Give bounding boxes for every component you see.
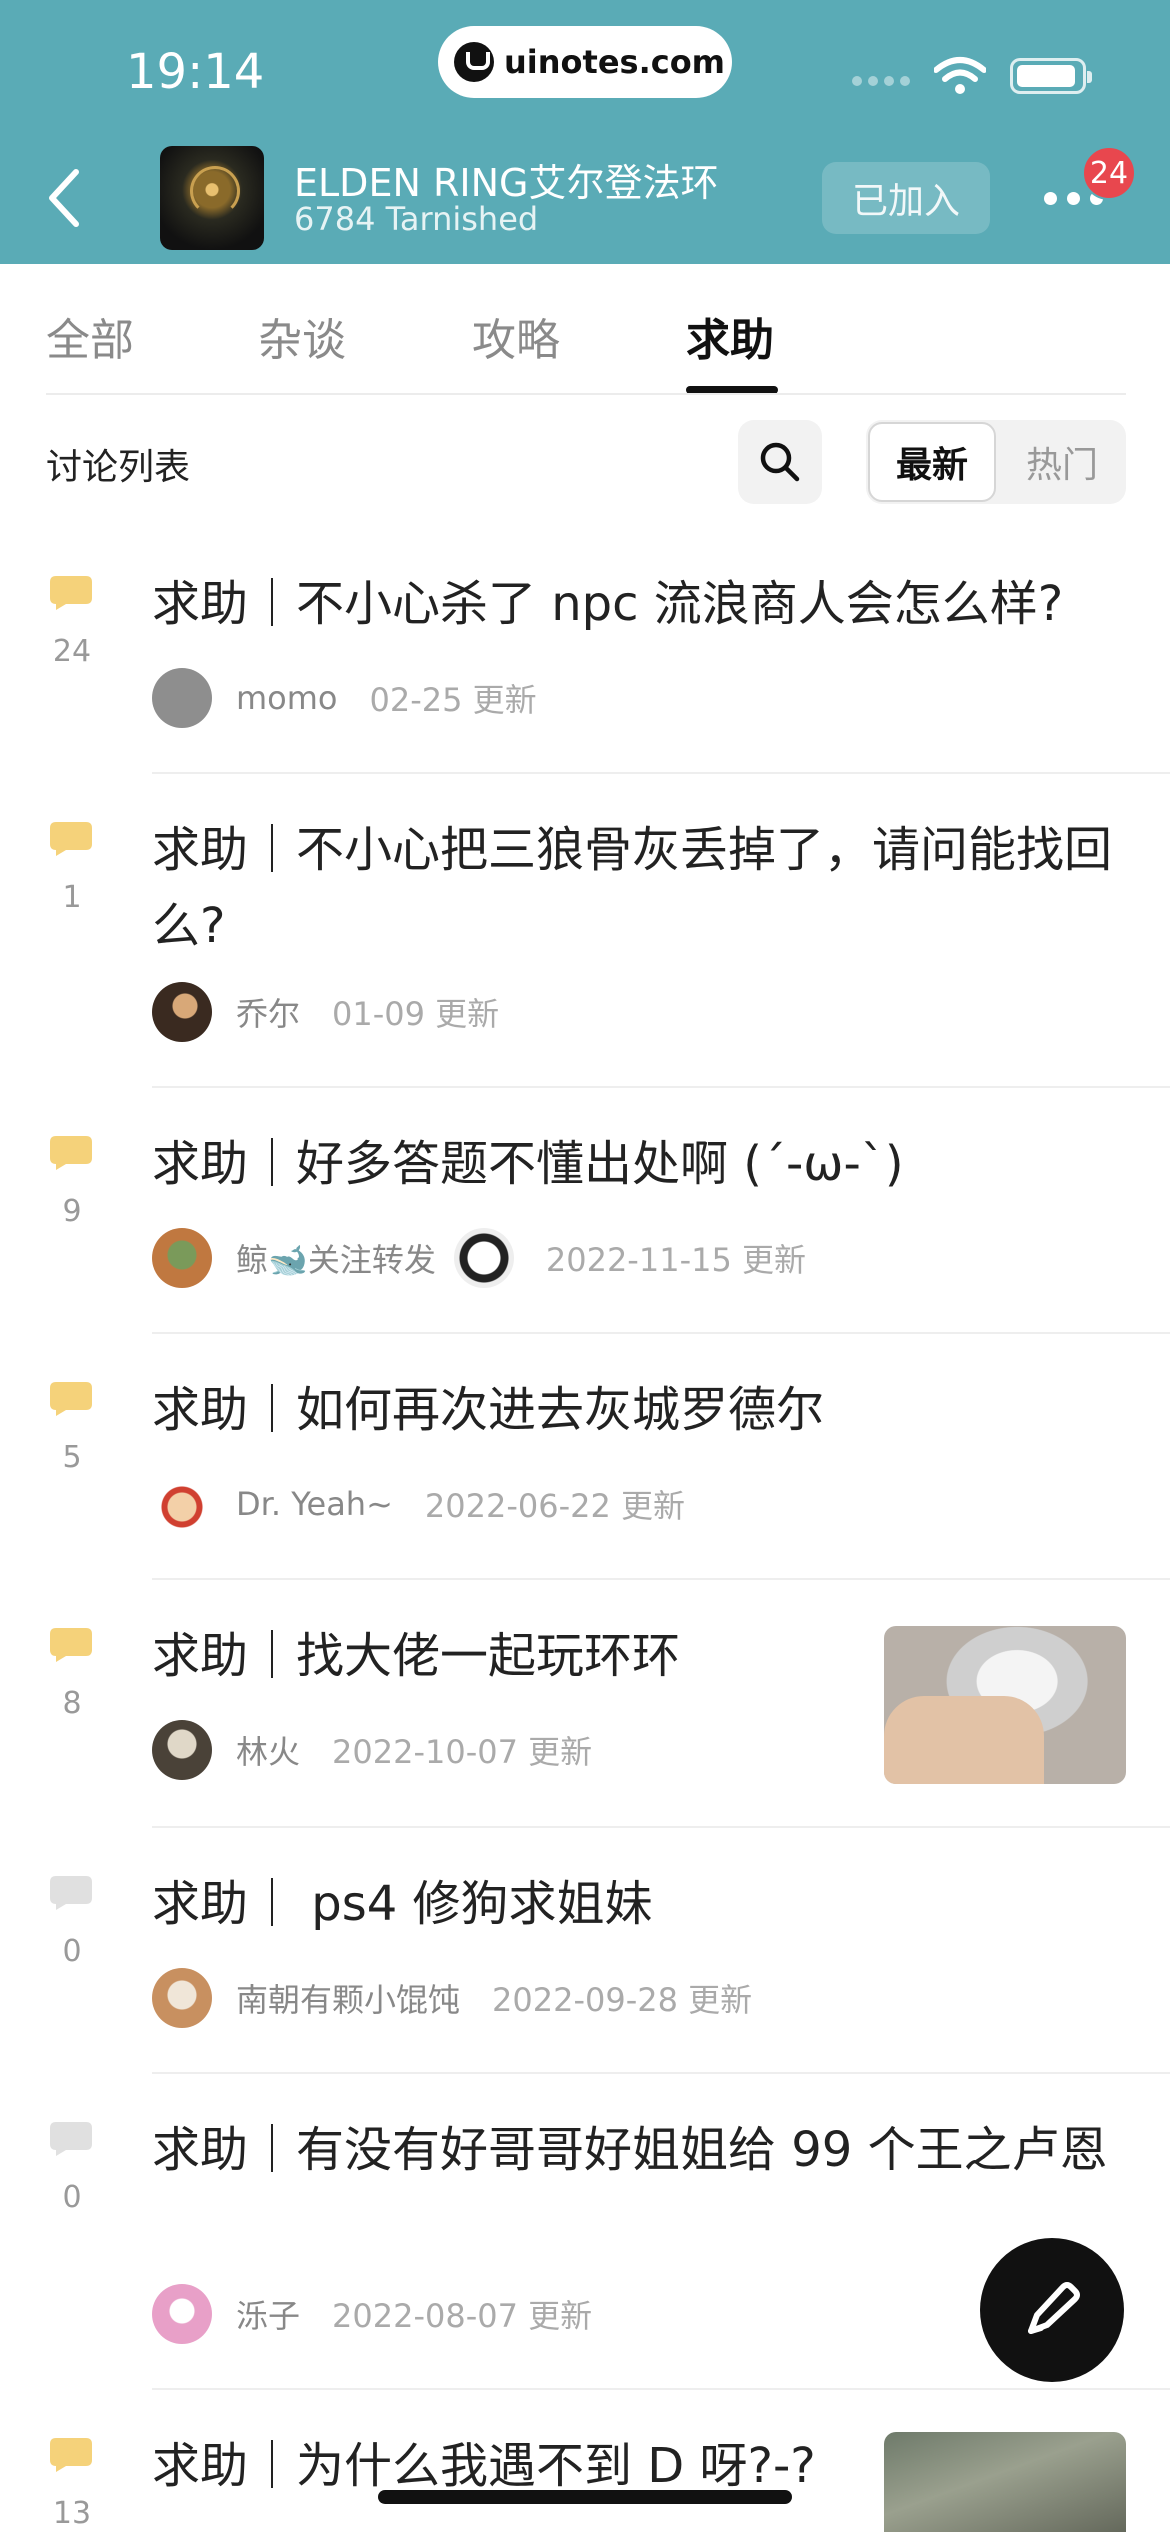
comment-icon xyxy=(50,822,92,856)
post-meta: 林火 2022-10-07 更新 xyxy=(152,1720,592,1780)
sort-toggle: 最新 热门 xyxy=(866,420,1126,504)
hand-shape xyxy=(884,1696,1044,1784)
avatar[interactable] xyxy=(152,1228,212,1288)
author-name[interactable]: 泺子 xyxy=(236,2291,300,2337)
post-meta: 泺子 2022-08-07 更新 xyxy=(152,2284,592,2344)
post-time: 2022-09-28 更新 xyxy=(492,1981,753,2019)
home-indicator xyxy=(378,2490,792,2504)
post-time: 02-25 更新 xyxy=(369,681,537,719)
search-button[interactable] xyxy=(738,420,822,504)
comment-icon xyxy=(50,1136,92,1170)
divider xyxy=(152,1332,1170,1334)
avatar[interactable] xyxy=(152,1968,212,2028)
comment-icon xyxy=(50,1628,92,1662)
comment-count: 8 xyxy=(62,1686,82,1721)
group-header: 19:14 uinotes.com ELDEN RING艾尔登法环 6784 T… xyxy=(0,0,1170,264)
post-title[interactable]: 求助｜有没有好哥哥好姐姐给 99 个王之卢恩 xyxy=(152,2112,1112,2188)
post-title[interactable]: 求助｜不小心杀了 npc 流浪商人会怎么样? xyxy=(152,566,1112,642)
search-icon xyxy=(760,442,800,482)
divider xyxy=(152,1826,1170,1828)
cellular-signal-icon xyxy=(852,76,910,86)
avatar[interactable] xyxy=(152,668,212,728)
compose-button[interactable] xyxy=(980,2238,1124,2382)
comment-icon xyxy=(50,1382,92,1416)
tab-chat[interactable]: 杂谈 xyxy=(258,304,346,368)
group-name[interactable]: ELDEN RING艾尔登法环 xyxy=(294,152,718,207)
divider xyxy=(152,1578,1170,1580)
avatar[interactable] xyxy=(152,1720,212,1780)
comment-icon xyxy=(50,576,92,610)
category-tabs: 全部 杂谈 攻略 求助 xyxy=(0,264,1170,394)
tab-all[interactable]: 全部 xyxy=(46,304,134,368)
post-title[interactable]: 求助｜如何再次进去灰城罗德尔 xyxy=(152,1372,1112,1448)
url-pill: uinotes.com xyxy=(438,26,732,98)
comment-count: 0 xyxy=(62,2180,82,2215)
post-time: 2022-10-07 更新 xyxy=(332,1733,593,1771)
tab-guides[interactable]: 攻略 xyxy=(472,304,560,368)
url-text: uinotes.com xyxy=(504,43,726,81)
divider xyxy=(152,2388,1170,2390)
comment-count: 5 xyxy=(62,1440,82,1475)
site-logo-icon xyxy=(454,42,494,82)
author-name[interactable]: 林火 xyxy=(236,1727,300,1773)
post-time: 2022-06-22 更新 xyxy=(424,1487,686,1525)
status-time: 19:14 xyxy=(126,44,265,100)
post-thumbnail[interactable] xyxy=(884,2432,1126,2532)
post-meta: 南朝有颗小馄饨 2022-09-28 更新 xyxy=(152,1968,752,2028)
post-meta: momo 02-25 更新 xyxy=(152,668,537,728)
avatar[interactable] xyxy=(152,1474,212,1534)
divider xyxy=(152,2072,1170,2074)
post-time: 2022-08-07 更新 xyxy=(332,2297,593,2335)
notification-badge: 24 xyxy=(1082,146,1136,200)
sort-hot[interactable]: 热门 xyxy=(1000,422,1124,502)
post-thumbnail[interactable] xyxy=(884,1626,1126,1784)
comment-count: 1 xyxy=(62,880,82,915)
back-chevron-icon[interactable] xyxy=(36,162,96,234)
tab-help[interactable]: 求助 xyxy=(686,304,774,368)
battery-icon xyxy=(1010,58,1092,94)
tabs-divider xyxy=(46,393,1126,395)
post-title[interactable]: 求助｜不小心把三狼骨灰丢掉了，请问能找回么? xyxy=(152,812,1112,964)
author-name[interactable]: 乔尔 xyxy=(236,989,300,1035)
joined-button[interactable]: 已加入 xyxy=(822,162,990,234)
post-title[interactable]: 求助｜ ps4 修狗求姐妹 xyxy=(152,1866,1112,1942)
avatar[interactable] xyxy=(152,2284,212,2344)
divider xyxy=(152,772,1170,774)
comment-icon xyxy=(50,1876,92,1910)
post-time: 2022-11-15 更新 xyxy=(545,1241,807,1279)
avatar[interactable] xyxy=(152,982,212,1042)
divider xyxy=(152,1086,1170,1088)
comment-icon xyxy=(50,2438,92,2472)
member-count: 6784 Tarnished xyxy=(294,200,539,238)
comment-count: 9 xyxy=(62,1194,82,1229)
wifi-icon xyxy=(934,57,986,94)
avatar[interactable] xyxy=(453,1228,514,1288)
sort-latest[interactable]: 最新 xyxy=(868,422,996,502)
comment-count: 13 xyxy=(52,2496,92,2531)
post-time: 01-09 更新 xyxy=(332,995,500,1033)
post-title[interactable]: 求助｜好多答题不懂出处啊 (´-ω-`) xyxy=(152,1126,1112,1202)
author-name[interactable]: 南朝有颗小馄饨 xyxy=(236,1975,460,2021)
post-meta: 鲸🐋关注转发 2022-11-15 更新 xyxy=(152,1228,806,1288)
comment-count: 0 xyxy=(62,1934,82,1969)
comment-count: 24 xyxy=(52,634,92,669)
post-title[interactable]: 求助｜找大佬一起玩环环 xyxy=(152,1618,852,1694)
list-title: 讨论列表 xyxy=(46,447,191,488)
comment-icon xyxy=(50,2122,92,2156)
post-meta: 乔尔 01-09 更新 xyxy=(152,982,499,1042)
group-cover-image[interactable] xyxy=(160,146,264,250)
author-name[interactable]: Dr. Yeah~ xyxy=(236,1485,393,1523)
post-meta: Dr. Yeah~ 2022-06-22 更新 xyxy=(152,1474,685,1534)
author-name[interactable]: momo xyxy=(236,679,338,717)
pencil-icon xyxy=(1028,2282,1080,2334)
author-name[interactable]: 鲸🐋关注转发 xyxy=(236,1235,436,1281)
